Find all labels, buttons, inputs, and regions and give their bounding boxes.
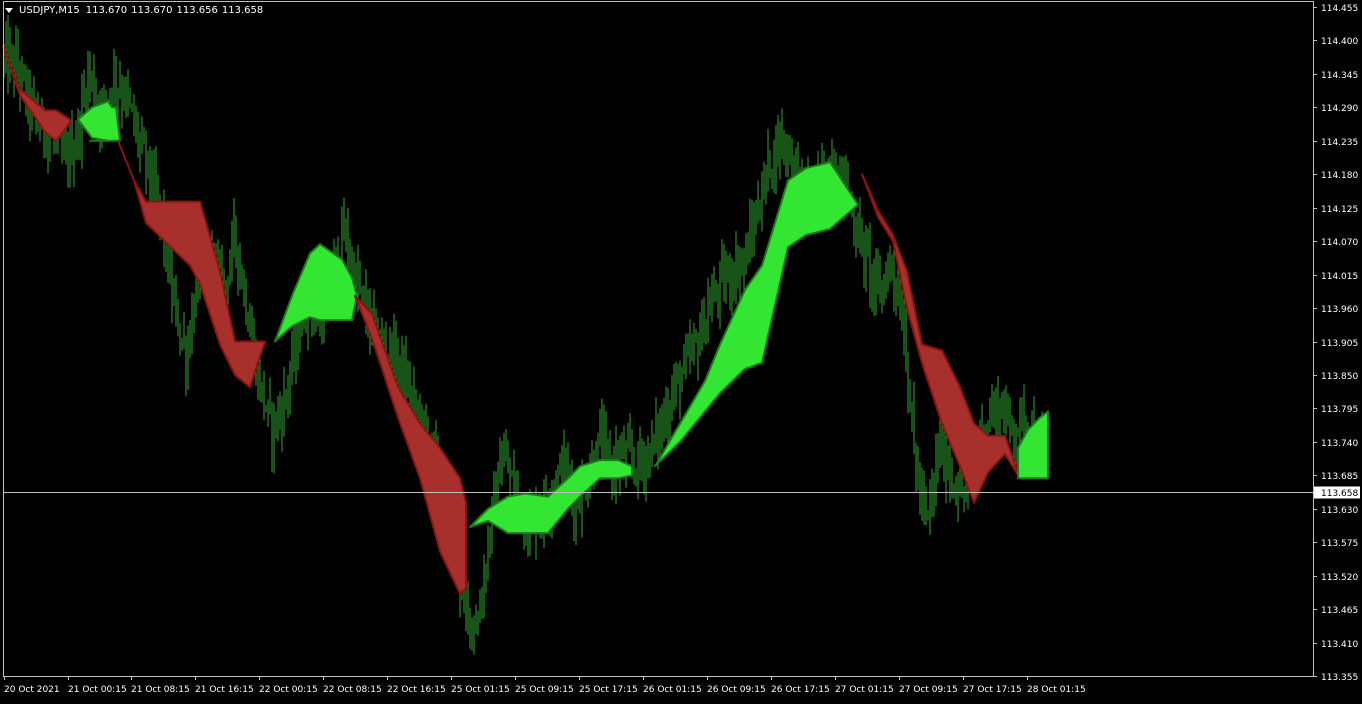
y-tick-label: 113.740 (1321, 439, 1358, 449)
x-tick-label: 28 Oct 01:15 (1027, 685, 1086, 695)
x-tick-label: 27 Oct 09:15 (899, 685, 958, 695)
x-tick-label: 25 Oct 01:15 (451, 685, 510, 695)
chart-window[interactable]: 114.455 114.400 114.345 114.290 114.235 114.1… (0, 0, 1362, 700)
bear-trend-band (354, 294, 467, 595)
x-tick-label: 21 Oct 00:15 (68, 685, 127, 695)
x-tick-label: 26 Oct 01:15 (643, 685, 702, 695)
x-tick-label: 21 Oct 08:15 (131, 685, 190, 695)
y-tick-label: 114.070 (1321, 238, 1358, 248)
quote-open: 113.670 (85, 4, 128, 16)
x-tick-label: 25 Oct 09:15 (515, 685, 574, 695)
y-tick-label: 114.125 (1321, 205, 1358, 215)
x-tick-label: 25 Oct 17:15 (579, 685, 638, 695)
x-tick-label: 20 Oct 2021 (4, 685, 60, 695)
x-tick-label: 21 Oct 16:15 (195, 685, 254, 695)
y-tick-label: 114.345 (1321, 71, 1358, 81)
symbol-timeframe: USDJPY,M15 (19, 4, 80, 16)
x-tick-label: 27 Oct 01:15 (835, 685, 894, 695)
y-tick-label: 113.960 (1321, 305, 1358, 315)
x-tick-label: 26 Oct 09:15 (707, 685, 766, 695)
quote-low: 113.656 (176, 4, 218, 16)
quote-close: 113.658 (221, 4, 264, 16)
y-tick-label: 113.575 (1321, 539, 1358, 549)
y-tick-label: 114.455 (1321, 4, 1358, 14)
bull-trend-band (77, 100, 121, 142)
x-tick-label: 22 Oct 16:15 (387, 685, 446, 695)
y-tick-label: 113.905 (1321, 339, 1358, 349)
y-tick-label: 114.400 (1321, 37, 1358, 47)
bear-trend-band (861, 173, 1021, 504)
y-tick-label: 114.015 (1321, 272, 1358, 282)
y-tick-label: 113.410 (1321, 640, 1358, 650)
candle-bars (3, 14, 1049, 655)
y-tick-label: 114.290 (1321, 104, 1358, 114)
y-tick-label: 114.180 (1321, 171, 1358, 181)
plot-frame (3, 1, 1314, 677)
price-chart[interactable]: 114.455 114.400 114.345 114.290 114.235 114.1… (0, 0, 1362, 700)
y-tick-label: 113.630 (1321, 506, 1358, 516)
x-tick-label: 22 Oct 00:15 (259, 685, 318, 695)
y-tick-label: 113.850 (1321, 372, 1358, 382)
y-tick-label: 113.465 (1321, 606, 1358, 616)
x-tick-label: 22 Oct 08:15 (323, 685, 382, 695)
collapse-triangle-icon[interactable] (5, 7, 13, 13)
y-tick-label: 113.685 (1321, 472, 1358, 482)
trend-bands (2, 45, 1049, 595)
current-price-label: 113.658 (1321, 489, 1358, 499)
chart-header: USDJPY,M15 113.670 113.670 113.656 113.6… (4, 3, 267, 17)
y-tick-label: 113.355 (1321, 673, 1358, 683)
y-tick-label: 113.520 (1321, 573, 1358, 583)
chart-axes: 114.455 114.400 114.345 114.290 114.235 114.1… (3, 1, 1360, 695)
y-tick-label: 114.235 (1321, 138, 1358, 148)
x-tick-label: 26 Oct 17:15 (771, 685, 830, 695)
y-tick-label: 113.795 (1321, 405, 1358, 415)
quote-high: 113.670 (131, 4, 173, 16)
x-tick-label: 27 Oct 17:15 (963, 685, 1022, 695)
